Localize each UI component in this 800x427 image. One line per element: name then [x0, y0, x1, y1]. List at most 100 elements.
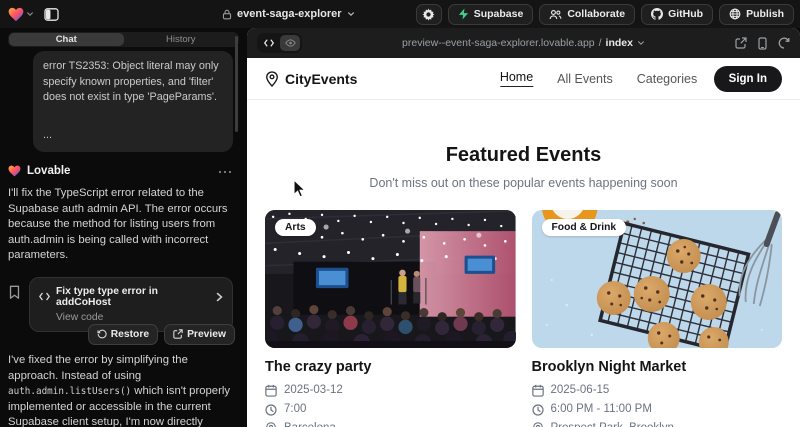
event-time: 7:00: [284, 403, 306, 416]
site-brand-name: CityEvents: [285, 71, 357, 87]
assistant-result-text: I've fixed the error by simplifying the …: [8, 353, 236, 427]
chat-scrollbar[interactable]: [235, 36, 238, 132]
nav-home[interactable]: Home: [500, 70, 533, 87]
view-code-link[interactable]: View code: [56, 312, 223, 323]
restore-icon: [97, 329, 107, 339]
publish-label: Publish: [746, 8, 784, 20]
sidebar-toggle-button[interactable]: [39, 4, 63, 24]
nav-all-events[interactable]: All Events: [557, 72, 613, 86]
preview-edit-button[interactable]: Preview: [164, 324, 235, 345]
preview-panel: preview--event-saga-explorer.lovable.app…: [247, 28, 800, 427]
event-image-cookies: Food & Drink: [532, 210, 783, 348]
assistant-name: Lovable: [27, 165, 70, 177]
refresh-icon[interactable]: [778, 37, 790, 49]
settings-button[interactable]: [416, 4, 442, 25]
preview-view-button[interactable]: [280, 35, 300, 51]
url-separator: /: [599, 37, 602, 49]
mobile-view-icon[interactable]: [758, 37, 767, 50]
url-page-selector[interactable]: index: [606, 37, 633, 49]
event-location: Barcelona: [284, 422, 336, 427]
map-pin-icon: [265, 71, 279, 87]
github-button[interactable]: GitHub: [641, 4, 713, 25]
bookmark-icon[interactable]: [8, 285, 21, 300]
lovable-heart-icon: [8, 165, 21, 177]
event-location: Prospect Park, Brooklyn: [551, 422, 674, 427]
event-title: The crazy party: [265, 359, 516, 375]
calendar-icon: [265, 384, 277, 397]
assistant-header: Lovable: [8, 165, 239, 177]
map-pin-icon: [532, 422, 544, 427]
hero-title: Featured Events: [247, 144, 800, 167]
chat-history-tabs: Chat History: [8, 32, 239, 47]
site-nav: Home All Events Categories: [500, 70, 697, 87]
chevron-right-icon: [216, 292, 223, 302]
lovable-logo-menu[interactable]: [6, 4, 36, 24]
site-preview: CityEvents Home All Events Categories Si…: [247, 58, 800, 427]
sign-in-button[interactable]: Sign In: [714, 66, 782, 92]
tab-chat[interactable]: Chat: [9, 33, 124, 46]
message-menu-icon[interactable]: [219, 170, 233, 173]
nav-categories[interactable]: Categories: [637, 72, 697, 86]
event-card-crazy-party[interactable]: Arts The crazy party 2025-03-12: [265, 210, 516, 427]
code-view-button[interactable]: [259, 35, 279, 51]
preview-label: Preview: [187, 329, 226, 340]
event-date: 2025-06-15: [551, 384, 610, 397]
external-link-icon: [173, 329, 183, 339]
collaborate-button[interactable]: Collaborate: [539, 4, 635, 25]
chat-panel: Chat History error TS2353: Object litera…: [0, 28, 247, 427]
inline-code: auth.admin.listUsers(): [8, 386, 131, 397]
collaborate-label: Collaborate: [567, 8, 625, 20]
user-message-text: error TS2353: Object literal may only sp…: [43, 59, 223, 106]
panel-left-icon: [44, 8, 59, 21]
code-icon: [39, 292, 50, 301]
site-brand[interactable]: CityEvents: [265, 71, 357, 87]
chevron-down-icon: [347, 10, 355, 18]
site-navbar: CityEvents Home All Events Categories Si…: [247, 58, 800, 100]
hero-subtitle: Don't miss out on these popular events h…: [247, 176, 800, 190]
top-bar: event-saga-explorer Supabase: [0, 0, 800, 28]
people-icon: [549, 9, 562, 20]
preview-toolbar: preview--event-saga-explorer.lovable.app…: [247, 28, 800, 58]
user-message-ellipsis: ...: [43, 128, 223, 144]
result-text-segment: I've fixed the error by simplifying the …: [8, 354, 188, 382]
eye-icon: [285, 39, 296, 47]
project-selector[interactable]: event-saga-explorer: [222, 0, 355, 28]
hero-section: Featured Events Don't miss out on these …: [247, 144, 800, 190]
event-date: 2025-03-12: [284, 384, 343, 397]
category-badge: Food & Drink: [542, 219, 627, 236]
supabase-icon: [458, 8, 469, 20]
code-preview-toggle: [257, 33, 302, 53]
user-message-bubble: error TS2353: Object literal may only sp…: [33, 51, 233, 152]
event-title: Brooklyn Night Market: [532, 359, 783, 375]
event-card-grid: Arts The crazy party 2025-03-12: [247, 210, 800, 427]
app-window: event-saga-explorer Supabase: [0, 0, 800, 427]
assistant-intro-text: I'll fix the TypeScript error related to…: [8, 186, 236, 264]
supabase-button[interactable]: Supabase: [448, 4, 534, 25]
preview-url: preview--event-saga-explorer.lovable.app: [402, 37, 595, 49]
restore-label: Restore: [111, 329, 149, 340]
clock-icon: [532, 404, 544, 416]
open-in-new-tab-icon[interactable]: [735, 37, 747, 49]
chevron-down-icon: [637, 39, 645, 47]
code-icon: [264, 39, 274, 47]
category-badge: Arts: [275, 219, 316, 236]
event-image-conference: Arts: [265, 210, 516, 348]
url-bar: preview--event-saga-explorer.lovable.app…: [247, 28, 800, 58]
supabase-label: Supabase: [474, 8, 524, 20]
globe-icon: [729, 8, 741, 20]
chevron-down-icon: [26, 10, 34, 18]
tab-history[interactable]: History: [124, 33, 239, 46]
event-card-brooklyn-market[interactable]: Food & Drink Brooklyn Night Market 2025-…: [532, 210, 783, 427]
gear-icon: [422, 8, 435, 21]
map-pin-icon: [265, 422, 277, 427]
clock-icon: [265, 404, 277, 416]
restore-button[interactable]: Restore: [88, 324, 158, 345]
event-time: 6:00 PM - 11:00 PM: [551, 403, 652, 416]
project-name: event-saga-explorer: [237, 8, 342, 20]
github-icon: [651, 8, 663, 20]
publish-button[interactable]: Publish: [719, 4, 794, 25]
calendar-icon: [532, 384, 544, 397]
lovable-heart-icon: [8, 7, 24, 22]
github-label: GitHub: [668, 8, 703, 20]
edit-card-title: Fix type type error in addCoHost: [56, 286, 210, 308]
